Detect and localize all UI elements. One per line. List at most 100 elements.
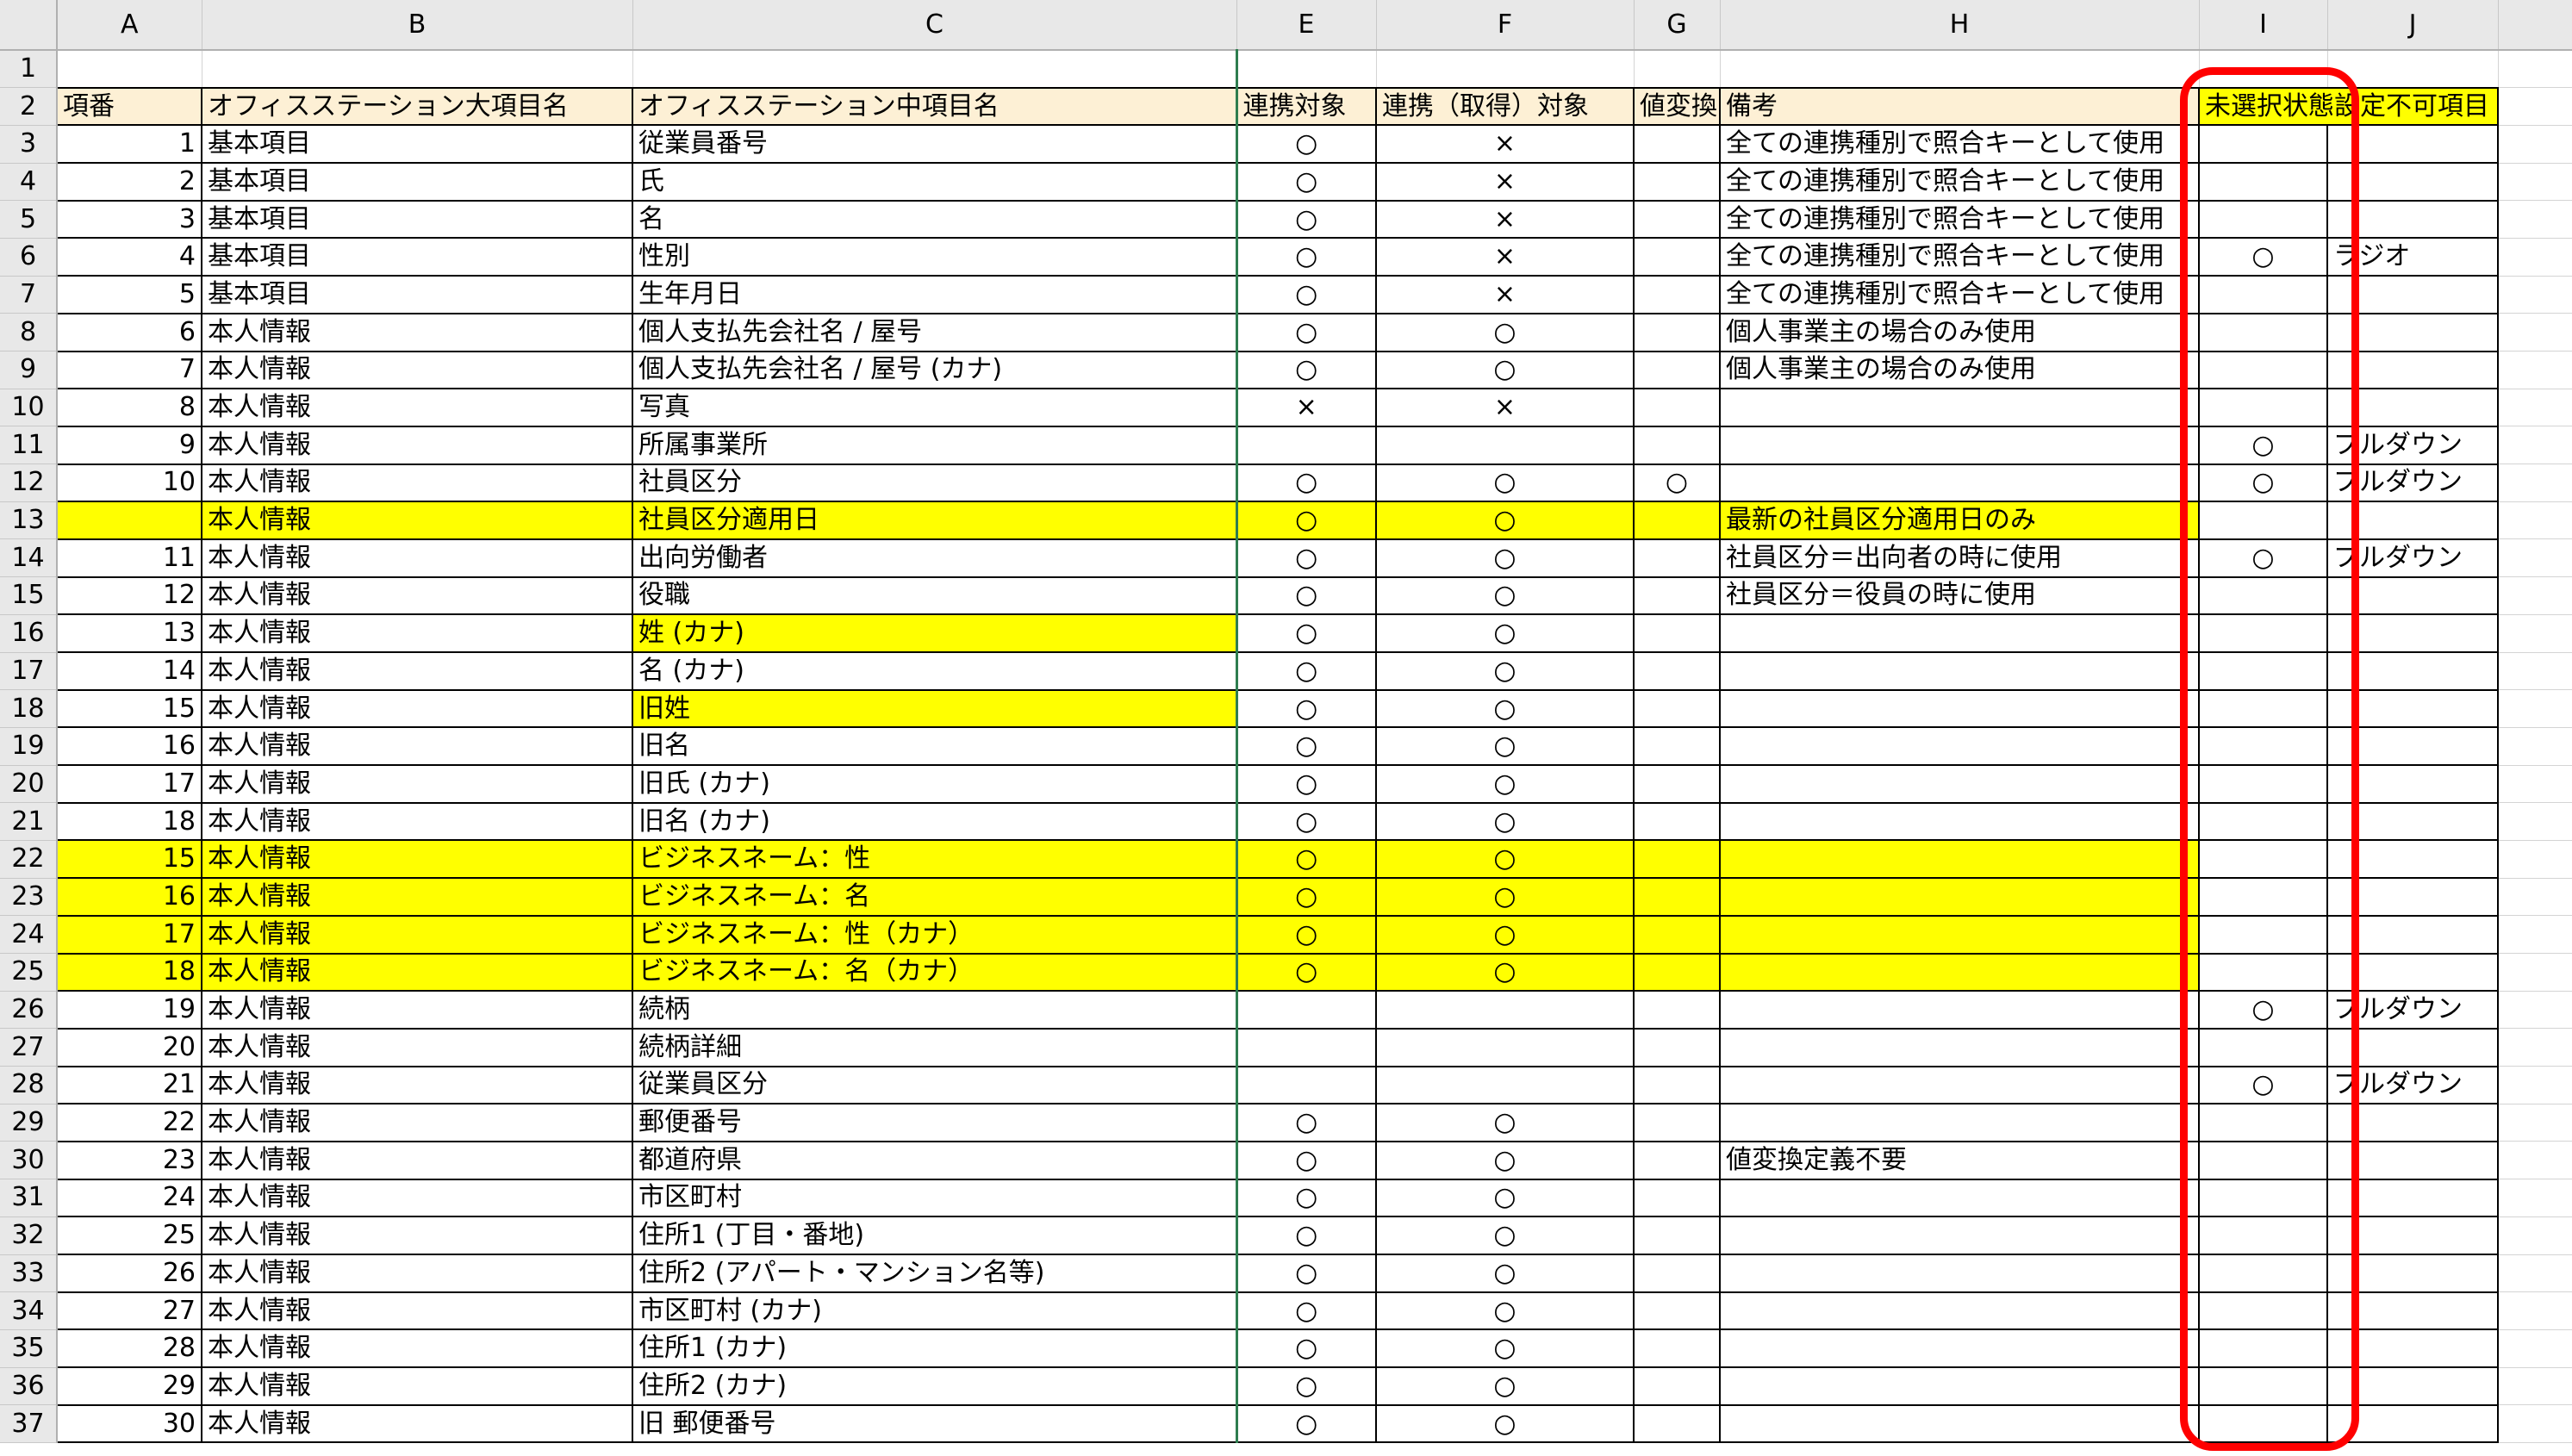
cell[interactable] xyxy=(2498,689,2572,728)
cell-value-conversion[interactable] xyxy=(1633,914,1721,955)
cell-value-conversion[interactable] xyxy=(1633,952,1721,992)
cell-link-target[interactable]: ○ xyxy=(1235,350,1377,390)
cell-link-target[interactable]: ○ xyxy=(1235,1140,1377,1180)
cell-large-item[interactable]: 本人情報 xyxy=(201,1254,633,1293)
cell-unselected-flag[interactable] xyxy=(2198,1291,2328,1331)
cell-unselected-flag[interactable] xyxy=(2198,312,2328,352)
cell[interactable] xyxy=(1634,50,1721,89)
header-no[interactable]: 項番 xyxy=(56,86,202,127)
cell-note[interactable] xyxy=(1719,914,2200,955)
cell-get-target[interactable]: ○ xyxy=(1375,613,1635,653)
cell-large-item[interactable]: 本人情報 xyxy=(201,1216,633,1255)
cell-unselected-flag[interactable]: ○ xyxy=(2198,237,2328,277)
cell[interactable] xyxy=(1235,50,1377,89)
cell-large-item[interactable]: 本人情報 xyxy=(201,877,633,917)
cell-note[interactable] xyxy=(1719,1254,2200,1293)
cell-input-type[interactable]: プルダウン xyxy=(2326,425,2499,465)
cell-mid-item[interactable]: 住所2 (アパート・マンション名等) xyxy=(632,1254,1237,1293)
cell-get-target[interactable]: ○ xyxy=(1375,726,1635,767)
cell-get-target[interactable]: ○ xyxy=(1375,801,1635,842)
cell-mid-item[interactable]: 出向労働者 xyxy=(632,538,1237,578)
cell-large-item[interactable]: 基本項目 xyxy=(201,124,633,165)
cell-link-target[interactable]: ○ xyxy=(1235,1178,1377,1218)
cell-value-conversion[interactable] xyxy=(1633,1027,1721,1067)
cell-value-conversion[interactable] xyxy=(1633,877,1721,917)
cell-mid-item[interactable]: ビジネスネーム：性（カナ） xyxy=(632,914,1237,955)
cell-link-target[interactable]: × xyxy=(1235,388,1377,427)
column-header-g[interactable]: G xyxy=(1634,0,1721,51)
cell-get-target[interactable]: ○ xyxy=(1375,1103,1635,1142)
cell-no[interactable]: 15 xyxy=(56,839,202,880)
cell[interactable] xyxy=(2498,1066,2572,1104)
cell-link-target[interactable]: ○ xyxy=(1235,162,1377,202)
cell-get-target[interactable]: ○ xyxy=(1375,1366,1635,1406)
header-get-target[interactable]: 連携（取得）対象 xyxy=(1375,86,1635,127)
cell-mid-item[interactable]: 社員区分適用日 xyxy=(632,501,1237,540)
cell-input-type[interactable] xyxy=(2326,501,2499,540)
cell-note[interactable] xyxy=(1719,1027,2200,1067)
cell-note[interactable] xyxy=(1719,1103,2200,1142)
cell-unselected-flag[interactable] xyxy=(2198,576,2328,616)
column-header-i[interactable]: I xyxy=(2199,0,2328,51)
cell[interactable] xyxy=(2498,50,2572,89)
cell-mid-item[interactable]: 旧名 xyxy=(632,726,1237,767)
cell-mid-item[interactable]: 旧氏 (カナ) xyxy=(632,764,1237,804)
cell-link-target[interactable]: ○ xyxy=(1235,312,1377,352)
cell[interactable] xyxy=(2498,614,2572,653)
cell-get-target[interactable]: ○ xyxy=(1375,501,1635,540)
cell-link-target[interactable]: ○ xyxy=(1235,651,1377,691)
cell[interactable] xyxy=(2498,802,2572,841)
row-number[interactable]: 12 xyxy=(0,464,58,502)
cell-link-target[interactable]: ○ xyxy=(1235,199,1377,240)
row-number[interactable]: 32 xyxy=(0,1216,58,1255)
cell-unselected-flag[interactable]: ○ xyxy=(2198,990,2328,1030)
row-number[interactable]: 3 xyxy=(0,125,58,164)
cell-unselected-flag[interactable] xyxy=(2198,726,2328,767)
cell-unselected-flag[interactable]: ○ xyxy=(2198,425,2328,465)
cell-value-conversion[interactable] xyxy=(1633,199,1721,240)
cell-no[interactable]: 7 xyxy=(56,350,202,390)
cell-link-target[interactable]: ○ xyxy=(1235,764,1377,804)
cell-input-type[interactable] xyxy=(2326,275,2499,314)
cell-value-conversion[interactable] xyxy=(1633,388,1721,427)
cell[interactable] xyxy=(2498,1254,2572,1293)
cell-input-type[interactable] xyxy=(2326,1140,2499,1180)
column-header-f[interactable]: F xyxy=(1376,0,1635,51)
cell-large-item[interactable]: 本人情報 xyxy=(201,1291,633,1331)
cell-value-conversion[interactable] xyxy=(1633,839,1721,880)
cell-large-item[interactable]: 基本項目 xyxy=(201,199,633,240)
cell-no[interactable]: 17 xyxy=(56,764,202,804)
cell-unselected-flag[interactable] xyxy=(2198,124,2328,165)
row-number[interactable]: 34 xyxy=(0,1291,58,1330)
cell[interactable] xyxy=(2498,538,2572,578)
cell-input-type[interactable] xyxy=(2326,613,2499,653)
cell-unselected-flag[interactable] xyxy=(2198,1216,2328,1255)
cell-large-item[interactable]: 本人情報 xyxy=(201,1140,633,1180)
cell-get-target[interactable]: ○ xyxy=(1375,1140,1635,1180)
cell[interactable] xyxy=(2498,200,2572,239)
cell-note[interactable] xyxy=(1719,613,2200,653)
cell-input-type[interactable] xyxy=(2326,1178,2499,1218)
cell-link-target[interactable]: ○ xyxy=(1235,613,1377,653)
cell-input-type[interactable] xyxy=(2326,199,2499,240)
row-number[interactable]: 9 xyxy=(0,351,58,389)
cell-note[interactable] xyxy=(1719,651,2200,691)
cell-no[interactable]: 24 xyxy=(56,1178,202,1218)
cell-mid-item[interactable]: 都道府県 xyxy=(632,1140,1237,1180)
cell-link-target[interactable]: ○ xyxy=(1235,914,1377,955)
cell-unselected-flag[interactable] xyxy=(2198,801,2328,842)
column-header-k[interactable] xyxy=(2498,0,2572,51)
row-number[interactable]: 35 xyxy=(0,1329,58,1368)
cell-input-type[interactable] xyxy=(2326,576,2499,616)
cell-no[interactable]: 5 xyxy=(56,275,202,314)
cell-input-type[interactable]: ラジオ xyxy=(2326,237,2499,277)
cell[interactable] xyxy=(2199,50,2328,89)
cell[interactable] xyxy=(57,50,202,89)
cell-value-conversion[interactable] xyxy=(1633,764,1721,804)
cell-unselected-flag[interactable] xyxy=(2198,1254,2328,1293)
cell-value-conversion[interactable] xyxy=(1633,1216,1721,1255)
row-number[interactable]: 2 xyxy=(0,87,58,126)
row-number[interactable]: 36 xyxy=(0,1367,58,1406)
cell-unselected-flag[interactable] xyxy=(2198,613,2328,653)
cell-input-type[interactable] xyxy=(2326,312,2499,352)
